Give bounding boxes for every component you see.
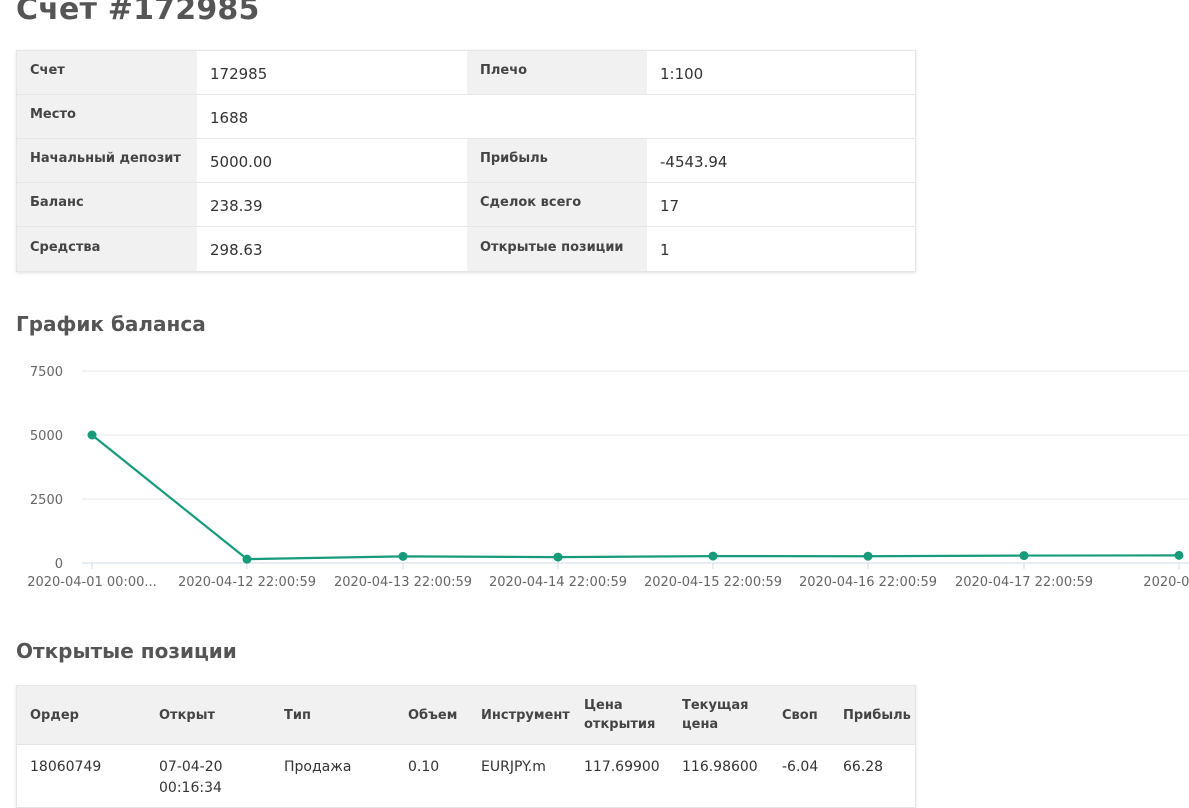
equity-label: Средства (17, 227, 197, 271)
cell-open-price: 117.69900 (584, 759, 660, 775)
profit-value: -4543.94 (647, 139, 915, 182)
account-label: Счет (17, 51, 197, 94)
cell-opened: 07-04-20 00:16:34 (159, 759, 223, 796)
x-tick-label: 2020-04-12 22:00:59 (178, 575, 316, 590)
open-positions-label: Открытые позиции (467, 227, 647, 271)
deposit-row: Начальный депозит 5000.00 Прибыль -4543.… (17, 139, 915, 183)
cell-swap: -6.04 (782, 759, 819, 775)
open-positions-title: Открытые позиции (16, 639, 237, 663)
initial-deposit-value: 5000.00 (197, 139, 467, 182)
empty-cell (647, 95, 915, 138)
equity-row: Средства 298.63 Открытые позиции 1 (17, 227, 915, 271)
header-open-price: Цена открытия (584, 698, 656, 732)
empty-cell (467, 95, 647, 138)
data-point (1019, 551, 1029, 561)
place-row: Место 1688 (17, 95, 915, 139)
x-tick-label: 2020-04-16 22:00:59 (799, 575, 937, 590)
account-value: 172985 (197, 51, 467, 94)
header-volume: Объем (408, 707, 458, 723)
balance-value: 238.39 (197, 183, 467, 226)
header-opened: Открыт (159, 707, 216, 723)
profit-label: Прибыль (467, 139, 647, 182)
leverage-value: 1:100 (647, 51, 915, 94)
cell-instrument: EURJPY.m (481, 759, 546, 775)
positions-header-row: Ордер Открыт Тип Объем Инструмент Цена о… (17, 686, 915, 745)
header-instrument: Инструмент (481, 707, 570, 723)
header-order: Ордер (30, 707, 79, 723)
data-point (87, 430, 97, 440)
data-point (553, 552, 563, 562)
open-positions-value: 1 (647, 227, 915, 271)
open-positions-table: Ордер Открыт Тип Объем Инструмент Цена о… (16, 685, 916, 808)
x-tick-label: 2020-04-15 22:00:59 (644, 575, 782, 590)
data-point (398, 551, 408, 561)
data-point (242, 554, 252, 564)
cell-profit: 66.28 (843, 759, 884, 775)
initial-deposit-label: Начальный депозит (17, 139, 197, 182)
balance-series-line (91, 434, 1180, 561)
x-tick-label: 2020-04-... (1143, 575, 1189, 590)
balance-row: Баланс 238.39 Сделок всего 17 (17, 183, 915, 227)
header-profit: Прибыль (843, 707, 911, 723)
total-trades-label: Сделок всего (467, 183, 647, 226)
header-current-price: Текущая цена (682, 698, 749, 732)
data-point (1174, 550, 1184, 560)
page-title: Счет #172985 (16, 0, 260, 27)
place-value: 1688 (197, 95, 467, 138)
place-label: Место (17, 95, 197, 138)
y-tick-label: 2500 (30, 493, 63, 508)
equity-value: 298.63 (197, 227, 467, 271)
account-info-table: Счет 172985 Плечо 1:100 Место 1688 Начал… (16, 50, 916, 272)
table-row: 18060749 07-04-20 00:16:34 Продажа 0.10 … (17, 745, 915, 807)
cell-volume: 0.10 (408, 759, 440, 775)
x-tick-label: 2020-04-14 22:00:59 (489, 575, 627, 590)
account-row: Счет 172985 Плечо 1:100 (17, 51, 915, 95)
data-point (708, 551, 718, 561)
cell-type: Продажа (284, 759, 352, 775)
header-swap: Своп (782, 707, 818, 723)
cell-order: 18060749 (30, 759, 102, 775)
x-tick-label: 2020-04-01 00:00... (27, 575, 157, 590)
data-point (863, 551, 873, 561)
x-tick-label: 2020-04-13 22:00:59 (334, 575, 472, 590)
header-type: Тип (284, 707, 311, 723)
total-trades-value: 17 (647, 183, 915, 226)
cell-current-price: 116.98600 (682, 759, 758, 775)
x-tick-label: 2020-04-17 22:00:59 (955, 575, 1093, 590)
y-tick-label: 7500 (30, 365, 63, 380)
y-tick-label: 0 (55, 557, 63, 572)
y-tick-label: 5000 (30, 429, 63, 444)
balance-label: Баланс (17, 183, 197, 226)
leverage-label: Плечо (467, 51, 647, 94)
balance-chart: 0 2500 5000 7500 2020-04-01 00:00... 2020-04-… (27, 365, 1189, 590)
balance-chart-title: График баланса (16, 312, 206, 336)
